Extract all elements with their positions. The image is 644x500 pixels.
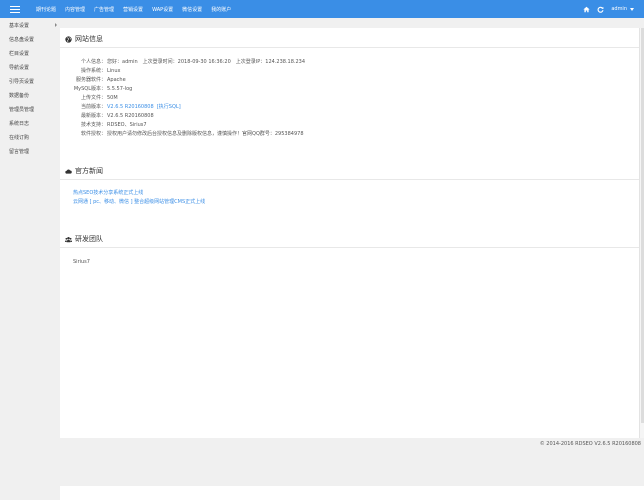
refresh-icon[interactable]	[597, 6, 604, 13]
sidebar-item-admins[interactable]: 管理员管理	[0, 102, 60, 116]
chevron-down-icon[interactable]	[630, 7, 634, 11]
info-row: 上传文件： 50M	[60, 94, 460, 103]
section-team-title: 研发团队	[65, 234, 103, 244]
run-sql-link[interactable]: [执行SQL]	[157, 104, 181, 110]
sidebar-item-label: 引导页设置	[9, 78, 35, 85]
main-content: 网站信息 个人信息： 您好：admin 上次登录时间：2018-09-30 16:…	[60, 28, 640, 438]
sidebar: 基本设置 信息盘设置 栏目设置 导航设置 引导页设置 数据备份 管理员管理 系统…	[0, 18, 60, 500]
info-value: 5.5.57-log	[107, 86, 133, 92]
sidebar-item-basic-settings[interactable]: 基本设置	[0, 18, 60, 32]
user-name[interactable]: admin	[611, 6, 627, 12]
nav-item-journal[interactable]: 期刊论题	[36, 6, 56, 13]
nav-item-account[interactable]: 我的账户	[211, 6, 231, 13]
sidebar-item-column-settings[interactable]: 栏目设置	[0, 46, 60, 60]
sidebar-item-label: 数据备份	[9, 92, 30, 99]
sidebar-item-logs[interactable]: 系统日志	[0, 116, 60, 130]
info-label: 最新版本：	[80, 113, 106, 119]
sidebar-item-label: 系统日志	[9, 120, 30, 127]
sidebar-item-landing-settings[interactable]: 引导页设置	[0, 74, 60, 88]
site-info-table: 个人信息： 您好：admin 上次登录时间：2018-09-30 16:36:20…	[60, 58, 460, 139]
info-row: 软件授权： 授权用户请勿修改后台授权信息及删除版权信息，谨慎操作！官网QQ群号：2…	[60, 130, 460, 139]
hamburger-menu-icon[interactable]	[10, 4, 20, 14]
sidebar-item-label: 留言管理	[9, 148, 30, 155]
info-label: 操作系统：	[80, 68, 106, 74]
sidebar-item-label: 导航设置	[9, 64, 30, 71]
current-version-link[interactable]: V2.6.5 R20160808	[107, 104, 154, 110]
info-row: 操作系统： Linux	[60, 67, 460, 76]
info-row: 当前版本： V2.6.5 R20160808 [执行SQL]	[60, 103, 460, 112]
sidebar-item-label: 信息盘设置	[9, 36, 35, 43]
home-icon[interactable]	[583, 6, 590, 13]
nav-item-marketing[interactable]: 营销设置	[123, 6, 143, 13]
info-value: 您好：admin 上次登录时间：2018-09-30 16:36:20 上次登录…	[107, 59, 306, 65]
sidebar-item-label: 基本设置	[9, 22, 30, 29]
info-row: 最新版本： V2.6.5 R20160808	[60, 112, 460, 121]
info-value: 授权用户请勿修改后台授权信息及删除版权信息，谨慎操作！官网QQ群号：295384…	[107, 131, 304, 137]
info-value: Linux	[107, 68, 121, 74]
sidebar-item-info-settings[interactable]: 信息盘设置	[0, 32, 60, 46]
news-link[interactable]: 热点SEO技术分享系统正式上线	[73, 189, 205, 198]
footer-copyright: © 2014-2016 RDSEO V2.6.5 R20160808	[539, 441, 641, 447]
top-navbar: 期刊论题 内容管理 广告管理 营销设置 WAP设置 微信设置 我的账户 admi…	[0, 0, 644, 18]
sidebar-item-label: 管理员管理	[9, 106, 35, 113]
sidebar-item-backup[interactable]: 数据备份	[0, 88, 60, 102]
info-row: MySQL版本： 5.5.57-log	[60, 85, 460, 94]
vertical-scrollbar[interactable]	[639, 28, 644, 438]
nav-item-content[interactable]: 内容管理	[65, 6, 85, 13]
top-right-tools: admin	[583, 0, 634, 18]
info-label: 当前版本：	[80, 104, 106, 110]
divider	[60, 47, 640, 48]
sidebar-item-messages[interactable]: 留言管理	[0, 144, 60, 158]
news-link[interactable]: 云网通 [ pc、移动、微信 ] 整合超级网站管理CMS正式上线	[73, 198, 205, 207]
info-row: 服务器软件： Apache	[60, 76, 460, 85]
team-member: Sirius7	[73, 259, 90, 265]
section-title-text: 研发团队	[75, 235, 103, 243]
info-label: 技术支持：	[80, 122, 106, 128]
nav-item-wechat[interactable]: 微信设置	[182, 6, 202, 13]
info-value: 50M	[107, 95, 118, 101]
info-label: 个人信息：	[80, 59, 106, 65]
chevron-right-icon	[55, 23, 57, 27]
info-row: 技术支持： RDSEO、Sirius7	[60, 121, 460, 130]
top-nav: 期刊论题 内容管理 广告管理 营销设置 WAP设置 微信设置 我的账户	[36, 0, 240, 18]
info-value: RDSEO、Sirius7	[107, 122, 147, 128]
sidebar-item-orders[interactable]: 在线订购	[0, 130, 60, 144]
section-title-text: 官方新闻	[75, 167, 103, 175]
sidebar-item-label: 栏目设置	[9, 50, 30, 57]
info-label: 上传文件：	[80, 95, 106, 101]
section-news-title: 官方新闻	[65, 166, 103, 176]
divider	[60, 179, 640, 180]
nav-item-ads[interactable]: 广告管理	[94, 6, 114, 13]
info-value: V2.6.5 R20160808	[107, 113, 154, 119]
info-value: V2.6.5 R20160808 [执行SQL]	[107, 103, 181, 112]
info-label: MySQL版本：	[73, 86, 106, 92]
info-row: 个人信息： 您好：admin 上次登录时间：2018-09-30 16:36:20…	[60, 58, 460, 67]
info-label: 服务器软件：	[75, 77, 106, 83]
nav-item-wap[interactable]: WAP设置	[152, 6, 173, 13]
sidebar-item-label: 在线订购	[9, 134, 30, 141]
divider	[60, 247, 640, 248]
section-site-info-title: 网站信息	[65, 34, 103, 44]
bottom-panel	[60, 486, 644, 500]
news-list: 热点SEO技术分享系统正式上线 云网通 [ pc、移动、微信 ] 整合超级网站管…	[73, 189, 205, 207]
section-title-text: 网站信息	[75, 35, 103, 43]
users-icon	[65, 236, 72, 242]
info-label: 软件授权：	[80, 131, 106, 137]
sidebar-item-nav-settings[interactable]: 导航设置	[0, 60, 60, 74]
info-value: Apache	[107, 77, 126, 83]
globe-icon	[65, 35, 72, 43]
cloud-icon	[65, 169, 72, 174]
